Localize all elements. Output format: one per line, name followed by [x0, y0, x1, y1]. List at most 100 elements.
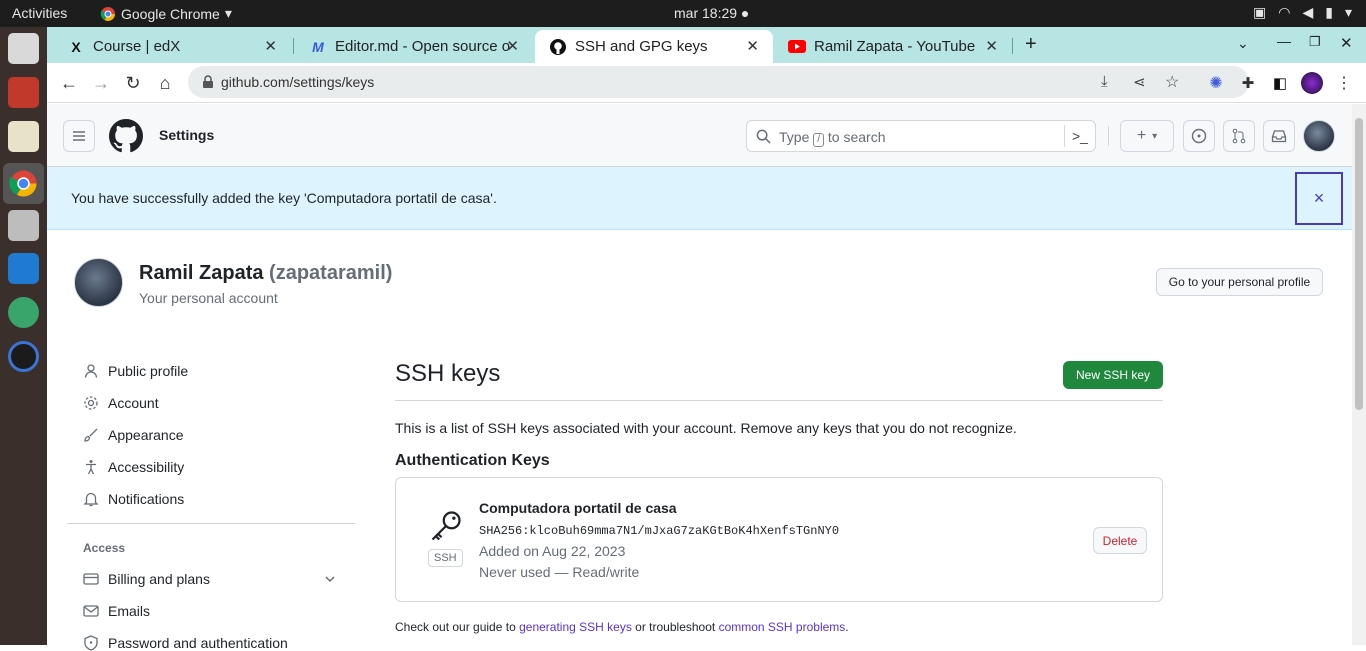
- sidebar-item-appearance[interactable]: Appearance: [83, 427, 184, 443]
- vscode-icon[interactable]: [8, 253, 39, 284]
- battery-icon: ▮: [1325, 4, 1333, 20]
- new-tab-icon[interactable]: +: [1025, 33, 1037, 56]
- edx-icon: X: [71, 38, 81, 55]
- tab-youtube[interactable]: Ramil Zapata - YouTube ✕: [774, 30, 1012, 63]
- generating-ssh-keys-link[interactable]: generating SSH keys: [519, 620, 632, 634]
- sidebar-item-account[interactable]: Account: [83, 395, 159, 411]
- wifi-icon: ◠: [1278, 4, 1291, 20]
- tab-search-icon[interactable]: ⌄: [1237, 35, 1249, 52]
- profile-name[interactable]: Ramil Zapata (zapataramil): [139, 262, 392, 285]
- pull-requests-button[interactable]: [1223, 120, 1255, 152]
- back-icon[interactable]: ←: [57, 71, 81, 95]
- toolbar: ← → ↻ ⌂ github.com/settings/keys ⤓ ⋖ ☆ ✺…: [47, 63, 1366, 103]
- issues-button[interactable]: [1183, 120, 1215, 152]
- home-icon[interactable]: ⌂: [153, 71, 177, 95]
- guide-text: Check out our guide to generating SSH ke…: [395, 620, 849, 634]
- new-ssh-key-button[interactable]: New SSH key: [1063, 361, 1163, 389]
- terminal-icon[interactable]: [8, 77, 39, 108]
- clipboard-icon[interactable]: ▣: [1253, 4, 1266, 21]
- clock[interactable]: mar 18:29 ●: [674, 5, 749, 21]
- tab-editormd[interactable]: M Editor.md - Open source o ✕: [295, 30, 533, 63]
- system-tray[interactable]: ▣ ◠ ◀ ▮ ▾: [1253, 4, 1352, 21]
- chrome-dock-icon[interactable]: [3, 163, 44, 204]
- files-icon[interactable]: [8, 33, 39, 64]
- paintbrush-icon: [84, 428, 98, 442]
- github-header: Settings Type / to search >_ + ▾: [47, 104, 1352, 167]
- scrollbar[interactable]: [1352, 104, 1366, 645]
- ssh-key-item: SSH Computadora portatil de casa SHA256:…: [395, 477, 1163, 602]
- delete-key-button[interactable]: Delete: [1093, 527, 1147, 554]
- side-panel-icon[interactable]: ◧: [1270, 73, 1290, 93]
- extensions-puzzle-icon[interactable]: ✚: [1238, 73, 1258, 93]
- sidebar-item-label: Notifications: [108, 491, 185, 507]
- inbox-icon: [1271, 130, 1287, 143]
- github-icon: [549, 38, 567, 56]
- sidebar-item-label: Emails: [108, 603, 151, 619]
- tab-separator: [1012, 38, 1013, 54]
- section-divider: [395, 400, 1163, 401]
- chrome-icon: [100, 6, 115, 21]
- avatar[interactable]: [74, 258, 123, 307]
- address-bar[interactable]: github.com/settings/keys ⤓ ⋖ ☆: [188, 66, 1249, 98]
- success-flash-banner: You have successfully added the key 'Com…: [47, 167, 1352, 230]
- hamburger-menu-button[interactable]: [63, 120, 95, 152]
- sidebar-divider: [67, 523, 355, 524]
- atom-icon[interactable]: [8, 297, 39, 328]
- close-tab-icon[interactable]: ✕: [985, 37, 998, 55]
- reload-icon[interactable]: ↻: [121, 71, 145, 95]
- screenshot-icon[interactable]: [8, 210, 39, 241]
- sidebar-item-billing[interactable]: Billing and plans: [83, 571, 338, 587]
- tab-edx[interactable]: X Course | edX ✕: [53, 30, 291, 63]
- github-logo-icon[interactable]: [109, 119, 143, 153]
- search-placeholder: Type / to search: [779, 129, 886, 147]
- sidebar-item-password-auth[interactable]: Password and authentication: [83, 635, 288, 651]
- browser-window: X Course | edX ✕ M Editor.md - Open sour…: [47, 27, 1366, 651]
- sidebar-item-label: Public profile: [108, 363, 189, 379]
- scrollbar-thumb[interactable]: [1355, 118, 1363, 410]
- close-tab-icon[interactable]: ✕: [264, 37, 277, 55]
- section-title: SSH keys: [395, 360, 501, 387]
- install-icon[interactable]: ⤓: [1101, 73, 1108, 90]
- minimize-icon[interactable]: —: [1277, 33, 1291, 49]
- volume-icon: ◀: [1302, 4, 1314, 20]
- text-editor-icon[interactable]: [8, 121, 39, 152]
- page-title[interactable]: Settings: [159, 127, 214, 143]
- bookmark-star-icon[interactable]: ☆: [1165, 72, 1179, 92]
- url-text: github.com/settings/keys: [221, 74, 375, 90]
- forward-icon[interactable]: →: [89, 71, 113, 95]
- share-icon[interactable]: ⋖: [1133, 73, 1146, 91]
- search-input[interactable]: Type / to search >_: [746, 120, 1096, 152]
- close-tab-icon[interactable]: ✕: [506, 37, 519, 55]
- flash-message: You have successfully added the key 'Com…: [71, 190, 497, 206]
- profile-avatar[interactable]: [1301, 72, 1323, 94]
- tab-ssh-gpg-keys[interactable]: SSH and GPG keys ✕: [535, 30, 773, 63]
- sidebar-item-label: Password and authentication: [108, 635, 288, 651]
- go-to-profile-button[interactable]: Go to your personal profile: [1156, 268, 1323, 296]
- user-avatar[interactable]: [1303, 120, 1335, 152]
- common-ssh-problems-link[interactable]: common SSH problems: [719, 620, 846, 634]
- maximize-icon[interactable]: ❐: [1309, 34, 1321, 50]
- sidebar-section-access: Access: [83, 541, 126, 555]
- sidebar-item-public-profile[interactable]: Public profile: [83, 363, 188, 379]
- extension-icon[interactable]: ✺: [1206, 73, 1226, 93]
- key-added-date: Added on Aug 22, 2023: [479, 543, 626, 559]
- close-window-icon[interactable]: ✕: [1340, 34, 1353, 52]
- person-icon: [84, 364, 98, 378]
- camera-app-icon[interactable]: [8, 341, 39, 372]
- menu-kebab-icon[interactable]: ⋮: [1334, 73, 1354, 93]
- inbox-button[interactable]: [1263, 120, 1295, 152]
- key-title: Computadora portatil de casa: [479, 500, 677, 516]
- pull-request-icon: [1232, 128, 1246, 144]
- header-divider: [1108, 126, 1109, 146]
- chevron-down-icon[interactable]: [322, 571, 338, 587]
- close-icon[interactable]: ×: [1295, 172, 1343, 225]
- key-usage: Never used — Read/write: [479, 564, 640, 580]
- close-tab-icon[interactable]: ✕: [746, 37, 759, 55]
- sidebar-item-accessibility[interactable]: Accessibility: [83, 459, 184, 475]
- app-menu[interactable]: Google Chrome ▾: [100, 5, 232, 22]
- sidebar-item-emails[interactable]: Emails: [83, 603, 150, 619]
- create-new-button[interactable]: + ▾: [1120, 120, 1174, 152]
- sidebar-item-notifications[interactable]: Notifications: [83, 491, 184, 507]
- command-palette-icon[interactable]: >_: [1064, 125, 1088, 147]
- activities-button[interactable]: Activities: [12, 5, 67, 21]
